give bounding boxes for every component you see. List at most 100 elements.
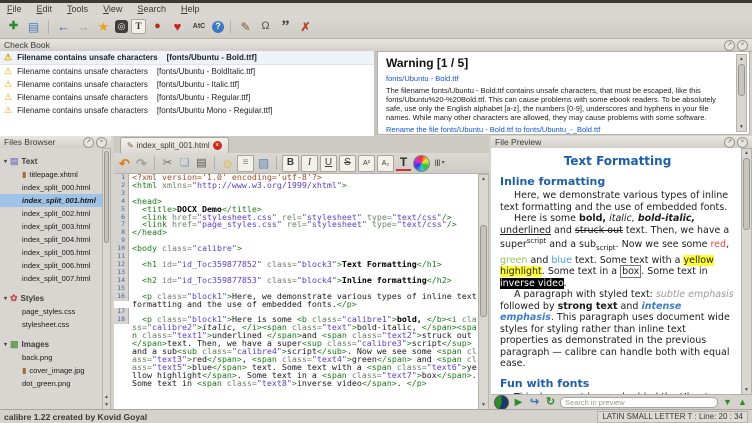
code-text[interactable]: <p class="block1">Here, we demonstrate v…	[129, 293, 480, 309]
back-icon[interactable]: ←	[55, 18, 72, 35]
tree-section-text[interactable]: ▾▤Text	[0, 154, 104, 168]
reload-icon[interactable]: ↻	[544, 396, 557, 409]
scroll-down-icon[interactable]: ▼	[737, 123, 746, 131]
file-item-dot_green.png[interactable]: dot_green.png	[0, 377, 104, 390]
find-next-icon[interactable]: ▼	[721, 396, 734, 409]
strikethrough-icon[interactable]: S	[339, 155, 356, 172]
live-preview-icon[interactable]	[494, 395, 509, 410]
arrange-files-icon[interactable]: ✎	[237, 18, 254, 35]
scrollbar-thumb[interactable]	[104, 151, 109, 243]
code-text[interactable]: <body class="calibre">	[129, 245, 480, 253]
menu-help[interactable]: Help	[181, 4, 200, 14]
file-item-index_split_003.html[interactable]: index_split_003.html	[0, 220, 104, 233]
warning-scrollbar[interactable]: ▲ ▼	[736, 54, 747, 132]
help-icon[interactable]: ?	[212, 21, 224, 33]
code-text[interactable]: <link href="page_styles.css" rel="styles…	[129, 221, 480, 229]
scrollbar-thumb[interactable]	[480, 225, 487, 317]
file-item-titlepage.xhtml[interactable]: ▮titlepage.xhtml	[0, 168, 104, 181]
undo-icon[interactable]: ↶	[117, 156, 132, 171]
close-icon[interactable]: ×	[737, 137, 748, 148]
scroll-down-icon[interactable]: ▼	[479, 401, 488, 409]
chevron-down-icon[interactable]: ▾	[4, 158, 7, 165]
font-size-icon[interactable]: T	[131, 19, 146, 34]
code-text[interactable]: <p class="block1">Here is some <b class=…	[129, 316, 480, 387]
check-book-icon[interactable]: ●	[149, 18, 166, 35]
file-item-index_split_001.html[interactable]: index_split_001.html	[0, 194, 104, 207]
smarten-punctuation-icon[interactable]: ”	[277, 18, 294, 35]
file-item-cover_image.jpg[interactable]: ▮cover_image.jpg	[0, 364, 104, 377]
save-icon[interactable]: ▤	[25, 18, 42, 35]
code-text[interactable]: <h1 id="id_Toc359877852" class="block3">…	[129, 261, 480, 269]
italic-icon[interactable]: I	[301, 155, 318, 172]
scrollbar-thumb[interactable]	[743, 158, 750, 230]
refresh-preview-icon[interactable]: ▶	[512, 396, 525, 409]
check-book-item[interactable]: ⚠Filename contains unsafe characters[fon…	[0, 104, 374, 117]
file-item-stylesheet.css[interactable]: stylesheet.css	[0, 318, 104, 331]
text-color-icon[interactable]: T	[396, 156, 411, 171]
manage-fonts-icon[interactable]: ◎	[115, 20, 128, 33]
insert-smiley-icon[interactable]: ☺	[220, 156, 235, 171]
underline-icon[interactable]: U	[320, 155, 337, 172]
rename-file-link[interactable]: Rename the file fonts/Ubuntu - Bold.ttf …	[386, 125, 733, 134]
code-text[interactable]	[129, 190, 480, 198]
bold-icon[interactable]: B	[282, 155, 299, 172]
close-icon[interactable]: ×	[737, 40, 748, 51]
code-area[interactable]: 1<?xml version='1.0' encoding='utf-8'?>2…	[114, 174, 480, 410]
tree-section-styles[interactable]: ▾✿Styles	[0, 291, 104, 305]
insert-block-icon[interactable]: ≡	[237, 155, 254, 172]
scroll-up-icon[interactable]: ▲	[479, 175, 488, 183]
scroll-down-icon[interactable]: ▼	[742, 386, 751, 394]
paste-icon[interactable]: ▤	[194, 156, 209, 171]
menu-search[interactable]: Search	[137, 4, 166, 14]
chevron-down-icon[interactable]: ▾	[4, 341, 7, 348]
files-scrollbar[interactable]: ▲ ▼	[102, 148, 111, 410]
scroll-up-icon[interactable]: ▲	[103, 393, 110, 401]
code-text[interactable]: </head>	[129, 229, 480, 237]
check-book-item[interactable]: ⚠Filename contains unsafe characters[fon…	[0, 78, 374, 91]
file-item-index_split_005.html[interactable]: index_split_005.html	[0, 246, 104, 259]
scroll-up-icon[interactable]: ▲	[737, 55, 746, 63]
redo-icon[interactable]: ↷	[134, 156, 149, 171]
file-item-index_split_000.html[interactable]: index_split_000.html	[0, 181, 104, 194]
tree-section-images[interactable]: ▾▩Images	[0, 337, 104, 351]
undock-icon[interactable]: ↗	[724, 137, 735, 148]
forward-icon[interactable]: →	[75, 18, 92, 35]
color-wheel-icon[interactable]	[413, 155, 430, 172]
scroll-up-icon[interactable]: ▲	[742, 149, 751, 157]
insert-tag-icon[interactable]: Ⅲ▾	[432, 156, 447, 171]
undock-icon[interactable]: ↗	[724, 40, 735, 51]
cut-icon[interactable]: ✂	[160, 156, 175, 171]
warning-file-link[interactable]: fonts/Ubuntu - Bold.ttf	[386, 74, 733, 83]
check-book-item[interactable]: ⚠Filename contains unsafe characters[fon…	[0, 91, 374, 104]
insert-special-character-icon[interactable]: Ω	[257, 18, 274, 35]
menu-view[interactable]: View	[103, 4, 122, 14]
file-item-page_styles.css[interactable]: page_styles.css	[0, 305, 104, 318]
menu-file[interactable]: File	[7, 4, 22, 14]
spellcheck-icon[interactable]: AtC	[189, 18, 209, 35]
preview-search-input[interactable]	[560, 397, 718, 408]
tab-close-icon[interactable]: ×	[213, 141, 222, 150]
sync-position-icon[interactable]: ↪	[528, 396, 541, 409]
undock-icon[interactable]: ↗	[83, 137, 94, 148]
file-item-index_split_006.html[interactable]: index_split_006.html	[0, 259, 104, 272]
tab-index-split-001[interactable]: ✎ index_split_001.html ×	[120, 137, 229, 153]
insert-image-icon[interactable]: ▧	[256, 156, 271, 171]
file-item-index_split_004.html[interactable]: index_split_004.html	[0, 233, 104, 246]
wizard-icon[interactable]: ★	[95, 18, 112, 35]
new-file-icon[interactable]: ✚	[5, 18, 22, 35]
remove-unused-css-icon[interactable]: ✗	[297, 18, 314, 35]
code-text[interactable]: <h2 id="id_Toc359877853" class="block4">…	[129, 277, 480, 285]
file-item-index_split_007.html[interactable]: index_split_007.html	[0, 272, 104, 285]
chevron-down-icon[interactable]: ▾	[4, 295, 7, 302]
menu-edit[interactable]: Edit	[37, 4, 53, 14]
code-text[interactable]: <html xmlns="http://www.w3.org/1999/xhtm…	[129, 182, 480, 190]
editor-scrollbar[interactable]: ▲ ▼	[478, 174, 489, 410]
preview-scrollbar[interactable]: ▲ ▼	[741, 148, 752, 395]
file-item-back.png[interactable]: back.png	[0, 351, 104, 364]
close-icon[interactable]: ×	[96, 137, 107, 148]
check-book-item[interactable]: ⚠Filename contains unsafe characters[fon…	[0, 51, 374, 65]
check-book-item[interactable]: ⚠Filename contains unsafe characters[fon…	[0, 65, 374, 78]
menu-tools[interactable]: Tools	[67, 4, 88, 14]
donate-icon[interactable]: ♥	[169, 18, 186, 35]
scroll-down-icon[interactable]: ▼	[103, 401, 110, 409]
